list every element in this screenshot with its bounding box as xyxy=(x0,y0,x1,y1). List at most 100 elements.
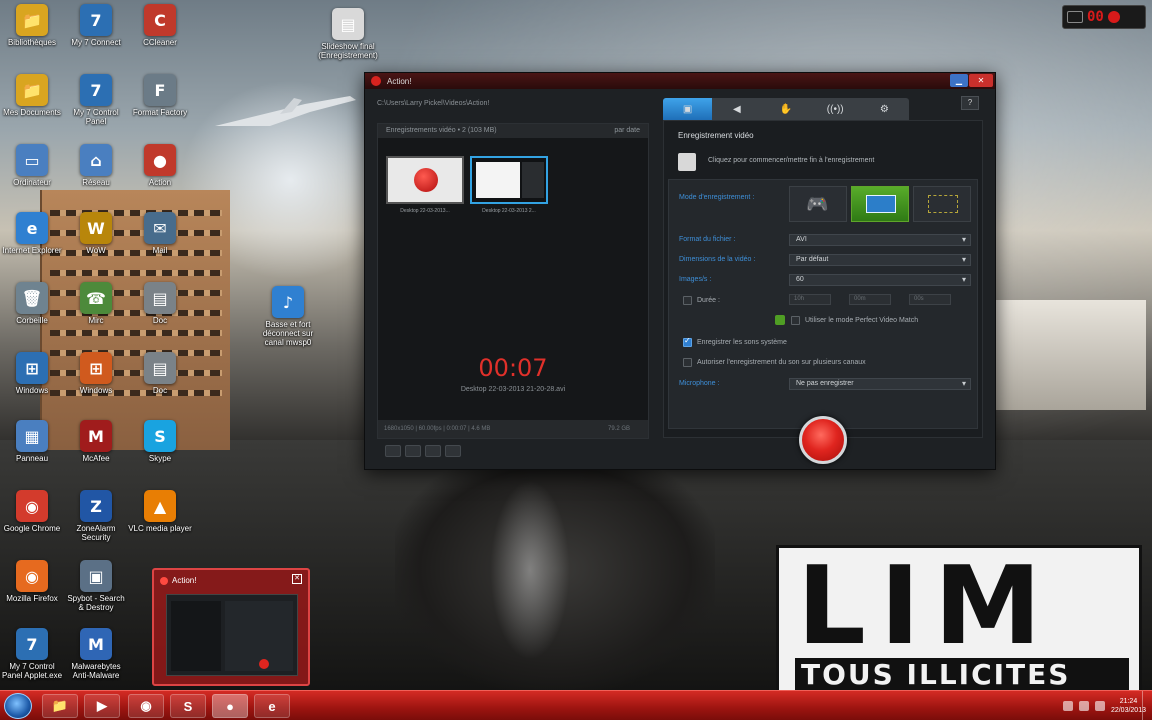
tray-volume-icon[interactable] xyxy=(1094,701,1105,711)
perfect-video-checkbox[interactable] xyxy=(791,316,800,325)
desktop-icon[interactable]: 🗑 Corbeille xyxy=(0,282,64,325)
preview-close-button[interactable]: ✕ xyxy=(292,574,302,584)
thumbnail-screen-dark xyxy=(522,162,544,198)
desktop-icon[interactable]: ✉ Mail xyxy=(128,212,192,255)
desktop-icon[interactable]: ▲ VLC media player xyxy=(128,490,192,533)
help-button[interactable]: ? xyxy=(961,96,979,110)
mic-dropdown[interactable]: Ne pas enregistrer xyxy=(789,378,971,390)
tab-hotkeys[interactable]: ✋ xyxy=(761,98,810,120)
desktop-icon[interactable]: ▦ Panneau xyxy=(0,420,64,463)
close-button[interactable]: ✕ xyxy=(969,74,993,87)
desktop-icon[interactable]: ▭ Ordinateur xyxy=(0,144,64,187)
clock[interactable]: 21:24 22/03/2013 xyxy=(1111,697,1146,715)
desktop-icon[interactable]: W WoW xyxy=(64,212,128,255)
taskbar-thumbnail-preview[interactable]: Action! ✕ xyxy=(152,568,310,686)
desktop-icon[interactable]: 7 My 7 Connect xyxy=(64,4,128,47)
mode-region-button[interactable] xyxy=(913,186,971,222)
desktop-icon[interactable]: F Format Factory xyxy=(128,74,192,117)
desktop-icon-label: Mirc xyxy=(88,316,104,325)
desktop-icon[interactable]: 7 My 7 Control Panel xyxy=(64,74,128,126)
desktop-icon[interactable]: ☎ Mirc xyxy=(64,282,128,325)
desktop-icon[interactable]: ⊞ Windows xyxy=(0,352,64,395)
output-folder-path[interactable]: C:\Users\Larry Pickel\Videos\Action! xyxy=(377,97,645,111)
desktop-icon[interactable]: M McAfee xyxy=(64,420,128,463)
desktop-icon[interactable]: Z ZoneAlarm Security xyxy=(64,490,128,542)
preview-title: Action! xyxy=(172,576,197,585)
desktop-icon-label: Format Factory xyxy=(132,108,188,117)
record-button[interactable] xyxy=(799,416,847,464)
action-recorder-widget[interactable]: 00 xyxy=(1062,5,1146,29)
desktop-icon[interactable]: ● Action xyxy=(128,144,192,187)
recording-thumbnail-selected[interactable] xyxy=(470,156,548,204)
taskbar-app-button[interactable]: 📁 xyxy=(42,694,78,718)
desktop-icon[interactable]: e Internet Explorer xyxy=(0,212,64,255)
desktop-icon[interactable]: ⊞ Windows xyxy=(64,352,128,395)
record-ball-icon xyxy=(414,168,438,192)
mode-game-button[interactable]: 🎮 xyxy=(789,186,847,222)
desktop-icon[interactable]: S Skype xyxy=(128,420,192,463)
tab-video-recording[interactable]: ▣ xyxy=(663,98,713,120)
delete-button[interactable] xyxy=(385,445,401,457)
desktop-icon-label: Windows xyxy=(79,386,113,395)
app-icon: ▤ xyxy=(332,8,364,40)
taskbar-app-button[interactable]: ▶ xyxy=(84,694,120,718)
duration-checkbox[interactable] xyxy=(683,296,692,305)
app-icon: ⌂ xyxy=(80,144,112,176)
desktop-icon-label: Internet Explorer xyxy=(2,246,62,255)
recording-thumbnail[interactable] xyxy=(386,156,464,204)
desktop-icon-label: McAfee xyxy=(82,454,110,463)
sort-dropdown[interactable]: par date xyxy=(614,124,640,138)
recording-info-bar: 1680x1050 | 60.00fps | 0:00:07 | 4.6 MB … xyxy=(378,420,648,438)
desktop-icon[interactable]: 📁 Mes Documents xyxy=(0,74,64,117)
desktop-icon[interactable]: C CCleaner xyxy=(128,4,192,47)
tray-network-icon[interactable] xyxy=(1078,701,1089,711)
duration-seconds[interactable]: 00s xyxy=(909,294,951,305)
duration-hours[interactable]: 10h xyxy=(789,294,831,305)
window-titlebar[interactable]: Action! ▁ ✕ xyxy=(365,73,995,89)
desktop-icon[interactable]: M Malwarebytes Anti-Malware xyxy=(64,628,128,680)
desktop-icon[interactable]: 7 My 7 Control Panel Applet.exe xyxy=(0,628,64,680)
fps-dropdown[interactable]: 60 xyxy=(789,274,971,286)
desktop-icon[interactable]: ▣ Spybot - Search & Destroy xyxy=(64,560,128,612)
folder-button[interactable] xyxy=(425,445,441,457)
show-desktop-button[interactable] xyxy=(1142,691,1152,720)
tab-audio[interactable]: ◀ xyxy=(712,98,761,120)
app-icon: 🗑 xyxy=(16,282,48,314)
app-icon: e xyxy=(16,212,48,244)
mode-desktop-button[interactable] xyxy=(851,186,909,222)
desktop-icon[interactable]: ▤ Doc xyxy=(128,282,192,325)
window-title: Action! xyxy=(387,76,412,86)
desktop-icon[interactable]: ♪ Basse et fort déconnect sur canal mwsp0 xyxy=(256,286,320,347)
tab-settings[interactable]: ⚙ xyxy=(860,98,909,120)
play-button[interactable] xyxy=(405,445,421,457)
desktop-icon[interactable]: ▤ Doc xyxy=(128,352,192,395)
upload-button[interactable] xyxy=(445,445,461,457)
system-sound-label: Enregistrer les sons système xyxy=(697,339,787,346)
tray-arrow-icon[interactable] xyxy=(1062,701,1073,711)
desktop-icon[interactable]: ◉ Mozilla Firefox xyxy=(0,560,64,603)
desktop-icon[interactable]: ▤ Slideshow final (Enregistrement) xyxy=(316,8,380,60)
recordings-count: Enregistrements vidéo • 2 (103 MB) xyxy=(386,127,497,134)
desktop-icon[interactable]: ◉ Google Chrome xyxy=(0,490,64,533)
app-icon: ◉ xyxy=(16,560,48,592)
taskbar-app-button[interactable]: S xyxy=(170,694,206,718)
airplane-graphic xyxy=(215,96,356,126)
multichannel-checkbox[interactable] xyxy=(683,358,692,367)
size-dropdown[interactable]: Par défaut xyxy=(789,254,971,266)
desktop-icon[interactable]: 📁 Bibliothèques xyxy=(0,4,64,47)
duration-minutes[interactable]: 00m xyxy=(849,294,891,305)
recording-filename: Desktop 22-03-2013 21-20-28.avi xyxy=(460,386,566,393)
tab-streaming[interactable]: ((•)) xyxy=(811,98,860,120)
desktop-icon[interactable]: ⌂ Réseau xyxy=(64,144,128,187)
system-sound-checkbox[interactable] xyxy=(683,336,692,347)
taskbar-app-button[interactable]: ● xyxy=(212,694,248,718)
start-button[interactable] xyxy=(4,693,32,719)
action-logo-icon xyxy=(371,76,381,86)
record-hint: Cliquez pour commencer/mettre fin à l'en… xyxy=(708,157,875,164)
taskbar-app-button[interactable]: e xyxy=(254,694,290,718)
format-dropdown[interactable]: AVI xyxy=(789,234,971,246)
app-icon: ◉ xyxy=(16,490,48,522)
wallpaper-smoke xyxy=(490,480,570,660)
minimize-button[interactable]: ▁ xyxy=(950,74,968,87)
taskbar-app-button[interactable]: ◉ xyxy=(128,694,164,718)
